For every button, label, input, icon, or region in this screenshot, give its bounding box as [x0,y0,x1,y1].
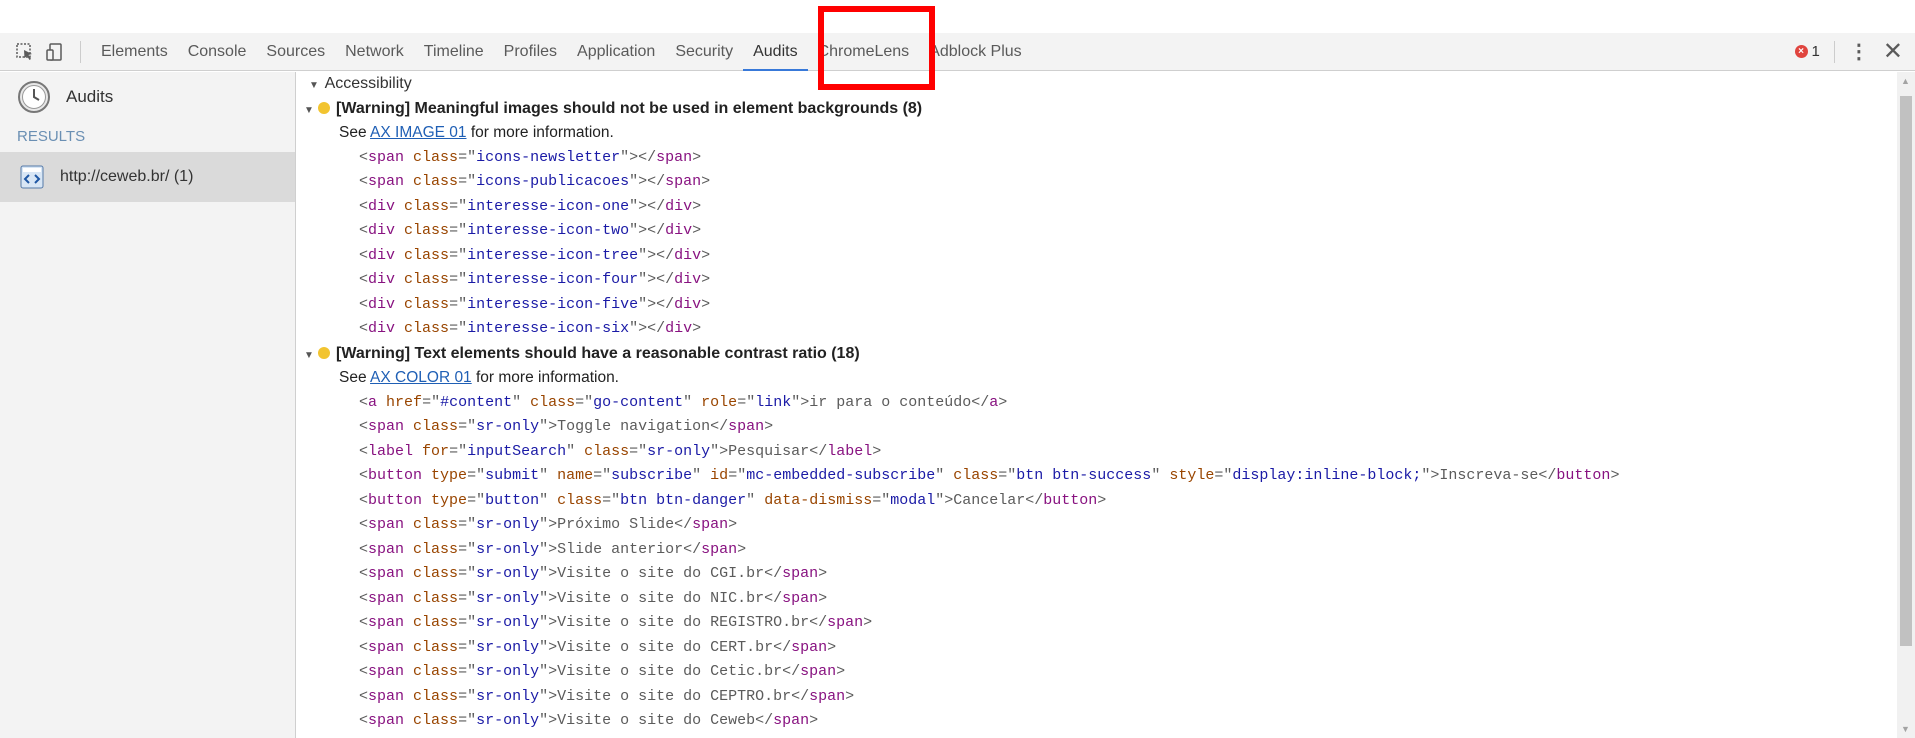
tab-audits[interactable]: Audits [743,33,808,71]
element-code-line[interactable]: <div class="interesse-icon-two"></div> [297,219,1897,244]
devtools-toolbar: Elements Console Sources Network Timeline Pro… [0,33,1915,71]
audit-results-panel: ▼ Accessibility ▼ [Warning] Meaningful im… [297,72,1897,738]
inspect-element-icon[interactable] [14,41,36,63]
warning-dot-icon [318,101,330,114]
close-icon[interactable]: ✕ [1883,37,1903,66]
element-code-line[interactable]: <button type="submit" name="subscribe" i… [297,464,1897,489]
element-code-line[interactable]: <span class="sr-only">Visite o site do N… [297,587,1897,612]
element-code-line[interactable]: <span class="sr-only">Toggle navigation<… [297,415,1897,440]
scroll-down-icon[interactable]: ▼ [1901,724,1910,734]
element-code-line[interactable]: <span class="sr-only">Visite o site do R… [297,611,1897,636]
see-prefix: See [339,369,371,386]
element-code-line[interactable]: <span class="sr-only">Próximo Slide</spa… [297,513,1897,538]
triangle-down-icon: ▼ [309,80,319,91]
element-code-line[interactable]: <span class="icons-newsletter"></span> [297,146,1897,171]
category-header[interactable]: ▼ Accessibility [297,72,1897,97]
element-code-line[interactable]: <div class="interesse-icon-one"></div> [297,195,1897,220]
code-file-icon [20,165,44,189]
warning-header[interactable]: ▼ [Warning] Text elements should have a r… [297,342,1897,367]
element-code-line[interactable]: <label for="inputSearch" class="sr-only"… [297,440,1897,465]
see-suffix: for more information. [471,369,619,386]
see-suffix: for more information. [466,124,614,141]
vertical-scrollbar[interactable]: ▲ ▼ [1897,72,1915,738]
see-more-line: See AX IMAGE 01 for more information. [297,121,1897,146]
tab-elements[interactable]: Elements [91,33,178,71]
error-counter[interactable]: × 1 [1794,43,1820,60]
toolbar-divider [80,40,81,63]
element-code-line[interactable]: <span class="sr-only">Visite o site do C… [297,685,1897,710]
triangle-down-icon: ▼ [304,104,314,116]
tab-console[interactable]: Console [178,33,257,71]
tab-profiles[interactable]: Profiles [494,33,567,71]
tab-adblock-plus[interactable]: Adblock Plus [919,33,1032,71]
element-code-line[interactable]: <span class="sr-only">Slide anterior</sp… [297,538,1897,563]
warning-header[interactable]: ▼ [Warning] Meaningful images should not … [297,97,1897,122]
documentation-link[interactable]: AX COLOR 01 [370,369,472,386]
element-code-line[interactable]: <span class="sr-only">Visite o site do C… [297,709,1897,734]
tab-sources[interactable]: Sources [256,33,335,71]
element-code-line[interactable]: <div class="interesse-icon-four"></div> [297,268,1897,293]
tab-application[interactable]: Application [567,33,665,71]
triangle-down-icon: ▼ [304,349,314,361]
tab-chromelens[interactable]: ChromeLens [808,33,920,71]
element-code-line[interactable]: <span class="icons-publicacoes"></span> [297,170,1897,195]
element-code-line[interactable]: <span class="sr-only">Visite o site do C… [297,636,1897,661]
element-code-line[interactable]: <span class="sr-only">Visite o site do C… [297,562,1897,587]
see-more-line: See AX COLOR 01 for more information. [297,366,1897,391]
warning-title: [Warning] Meaningful images should not b… [336,99,923,117]
result-item-label: http://ceweb.br/ (1) [60,168,194,185]
tab-security[interactable]: Security [665,33,743,71]
category-title: Accessibility [324,75,412,92]
scrollbar-thumb[interactable] [1900,96,1912,646]
panel-tabs: Elements Console Sources Network Timeline Pro… [91,33,1032,71]
tab-timeline[interactable]: Timeline [414,33,494,71]
clock-icon [18,81,50,113]
error-count: 1 [1811,43,1820,60]
scroll-up-icon[interactable]: ▲ [1901,76,1910,86]
element-code-line[interactable]: <div class="interesse-icon-six"></div> [297,317,1897,342]
more-options-icon[interactable]: ⋮ [1849,39,1869,64]
sidebar-title: Audits [66,87,114,106]
warning-title: [Warning] Text elements should have a re… [336,344,860,362]
device-toolbar-icon[interactable] [44,41,66,63]
toolbar-divider [1833,40,1835,63]
audits-sidebar: Audits RESULTS http://ceweb.br/ (1) [0,72,296,738]
element-code-line[interactable]: <span class="sr-only">Visite o site do C… [297,660,1897,685]
tab-network[interactable]: Network [335,33,414,71]
element-code-line[interactable]: <button type="button" class="btn btn-dan… [297,489,1897,514]
documentation-link[interactable]: AX IMAGE 01 [370,124,466,141]
warning-dot-icon [318,346,330,359]
result-item[interactable]: http://ceweb.br/ (1) [0,152,295,202]
error-icon: × [1794,45,1808,58]
element-code-line[interactable]: <a href="#content" class="go-content" ro… [297,391,1897,416]
element-code-line[interactable]: <div class="interesse-icon-five"></div> [297,293,1897,318]
sidebar-audits-item[interactable]: Audits [0,72,295,122]
element-code-line[interactable]: <div class="interesse-icon-tree"></div> [297,244,1897,269]
see-prefix: See [339,124,371,141]
results-label: RESULTS [17,128,86,145]
